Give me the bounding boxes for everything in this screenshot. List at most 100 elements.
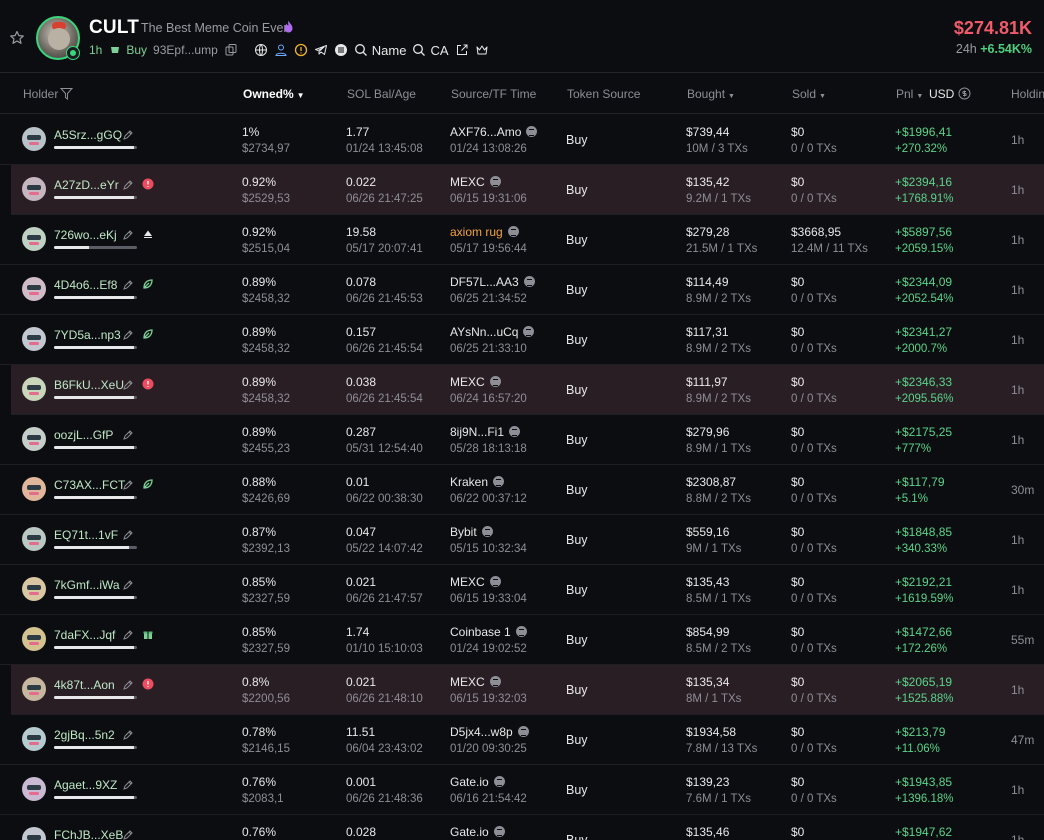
source-list-icon[interactable] [509,426,521,437]
source-list-icon[interactable] [489,576,501,587]
source-list-icon[interactable] [493,776,505,787]
holder-avatar[interactable] [22,627,46,651]
source-list-icon[interactable] [526,126,538,137]
holder-address[interactable]: Agaet...9XZ [54,778,117,792]
holder-address[interactable]: 7kGmf...iWa [54,578,120,592]
holder-avatar[interactable] [22,677,46,701]
holder-address[interactable]: 2gjBq...5n2 [54,728,115,742]
source-list-icon[interactable] [517,726,529,737]
col-owned[interactable]: Owned% ▼ [243,87,305,101]
pencil-icon[interactable] [122,829,134,840]
pencil-icon[interactable] [122,529,134,541]
star-icon[interactable] [9,30,25,46]
source-list-icon[interactable] [523,326,535,337]
pencil-icon[interactable] [122,479,134,491]
holder-avatar[interactable] [22,727,46,751]
source-list-icon[interactable] [493,826,505,837]
source-list-icon[interactable] [515,626,527,637]
copy-icon[interactable] [224,43,238,57]
pencil-icon[interactable] [122,729,134,741]
pencil-icon[interactable] [122,429,134,441]
pencil-icon[interactable] [122,679,134,691]
col-token-source[interactable]: Token Source [567,87,640,101]
holder-address[interactable]: oozjL...GfP [54,428,113,442]
pencil-icon[interactable] [122,179,134,191]
holder-row[interactable]: 4k87t...Aon 0.8% $2200,56 0.021 06/26 21:48:… [11,665,1044,715]
pencil-icon[interactable] [122,779,134,791]
source-list-icon[interactable] [481,526,493,537]
holder-address[interactable]: 4k87t...Aon [54,678,115,692]
holder-row[interactable]: 4D4o6...Ef8 0.89% $2458,32 0.078 06/26 21:45… [0,265,1044,315]
buy-tag[interactable]: Buy [108,43,147,57]
holder-row[interactable]: C73AX...FCT 0.88% $2426,69 0.01 06/22 00:38:… [0,465,1044,515]
usd-toggle[interactable]: USD [929,87,971,101]
holder-row[interactable]: 7YD5a...np3 0.89% $2458,32 0.157 06/26 21:45… [0,315,1044,365]
name-search-button[interactable]: Name [354,43,406,58]
pencil-icon[interactable] [122,229,134,241]
holder-address[interactable]: 7YD5a...np3 [54,328,121,342]
source-list-icon[interactable] [489,376,501,387]
holder-row[interactable]: 726wo...eKj 0.92% $2515,04 19.58 05/17 20:07… [0,215,1044,265]
holder-address[interactable]: B6FkU...XeU [54,378,124,392]
source-list-icon[interactable] [489,176,501,187]
holder-avatar[interactable] [22,227,46,251]
list-icon[interactable] [334,43,348,57]
pencil-icon[interactable] [122,579,134,591]
holder-address[interactable]: A5Srz...gGQ [54,128,122,142]
col-sold[interactable]: Sold ▼ [792,87,826,101]
holder-address[interactable]: A27zD...eYr [54,178,119,192]
holder-row[interactable]: 2gjBq...5n2 0.78% $2146,15 11.51 06/04 23:43… [0,715,1044,765]
holder-address[interactable]: 7daFX...Jqf [54,628,115,642]
source-list-icon[interactable] [493,476,505,487]
holder-row[interactable]: A5Srz...gGQ 1% $2734,97 1.77 01/24 13:45:08 A… [0,115,1044,165]
holder-avatar[interactable] [22,177,46,201]
col-holder[interactable]: Holder [23,87,58,101]
holder-avatar[interactable] [22,427,46,451]
holder-avatar[interactable] [22,127,46,151]
holder-row[interactable]: B6FkU...XeU 0.89% $2458,32 0.038 06/26 21:45… [11,365,1044,415]
pencil-icon[interactable] [122,379,134,391]
col-holding[interactable]: Holdin [1011,87,1044,101]
token-address[interactable]: 93Epf...ump [153,43,218,57]
filter-icon[interactable] [60,87,73,100]
holder-address[interactable]: EQ71t...1vF [54,528,118,542]
pnl-secondary: +1525.88% [895,693,954,705]
col-bought[interactable]: Bought ▼ [687,87,735,101]
ca-search-button[interactable]: CA [412,43,449,58]
holder-row[interactable]: A27zD...eYr 0.92% $2529,53 0.022 06/26 21:47… [11,165,1044,215]
holder-row[interactable]: FChJB...XeB 0.76% 0.028 Gate.io $135,46 $0 +$1… [0,815,1044,840]
pencil-icon[interactable] [122,129,134,141]
holder-address[interactable]: FChJB...XeB [54,828,123,840]
crown-icon[interactable] [475,43,489,57]
col-pnl[interactable]: Pnl ▼ [896,87,923,101]
holder-avatar[interactable] [22,477,46,501]
source-list-icon[interactable] [523,276,535,287]
holder-row[interactable]: oozjL...GfP 0.89% $2455,23 0.287 05/31 12:54… [0,415,1044,465]
source-list-icon[interactable] [507,226,519,237]
pencil-icon[interactable] [122,329,134,341]
globe-icon[interactable] [254,43,268,57]
holder-avatar[interactable] [22,827,46,840]
holder-avatar[interactable] [22,377,46,401]
holder-avatar[interactable] [22,277,46,301]
holder-row[interactable]: Agaet...9XZ 0.76% $2083,1 0.001 06/26 21:48:… [0,765,1044,815]
pencil-icon[interactable] [122,279,134,291]
col-sol-bal[interactable]: SOL Bal/Age [347,87,416,101]
telegram-icon[interactable] [314,43,328,57]
holder-avatar[interactable] [22,527,46,551]
holder-avatar[interactable] [22,327,46,351]
source-list-icon[interactable] [489,676,501,687]
warning-icon[interactable] [294,43,308,57]
holder-row[interactable]: EQ71t...1vF 0.87% $2392,13 0.047 05/22 14:07… [0,515,1044,565]
pencil-icon[interactable] [122,629,134,641]
col-source[interactable]: Source/TF Time [451,87,536,101]
holder-address[interactable]: 726wo...eKj [54,228,117,242]
holder-avatar[interactable] [22,777,46,801]
holder-address[interactable]: C73AX...FCT [54,478,125,492]
user-icon[interactable] [274,43,288,57]
holder-row[interactable]: 7daFX...Jqf 0.85% $2327,59 1.74 01/10 15:10:… [0,615,1044,665]
holder-address[interactable]: 4D4o6...Ef8 [54,278,117,292]
holder-row[interactable]: 7kGmf...iWa 0.85% $2327,59 0.021 06/26 21:47… [0,565,1044,615]
external-link-icon[interactable] [455,43,469,57]
holder-avatar[interactable] [22,577,46,601]
